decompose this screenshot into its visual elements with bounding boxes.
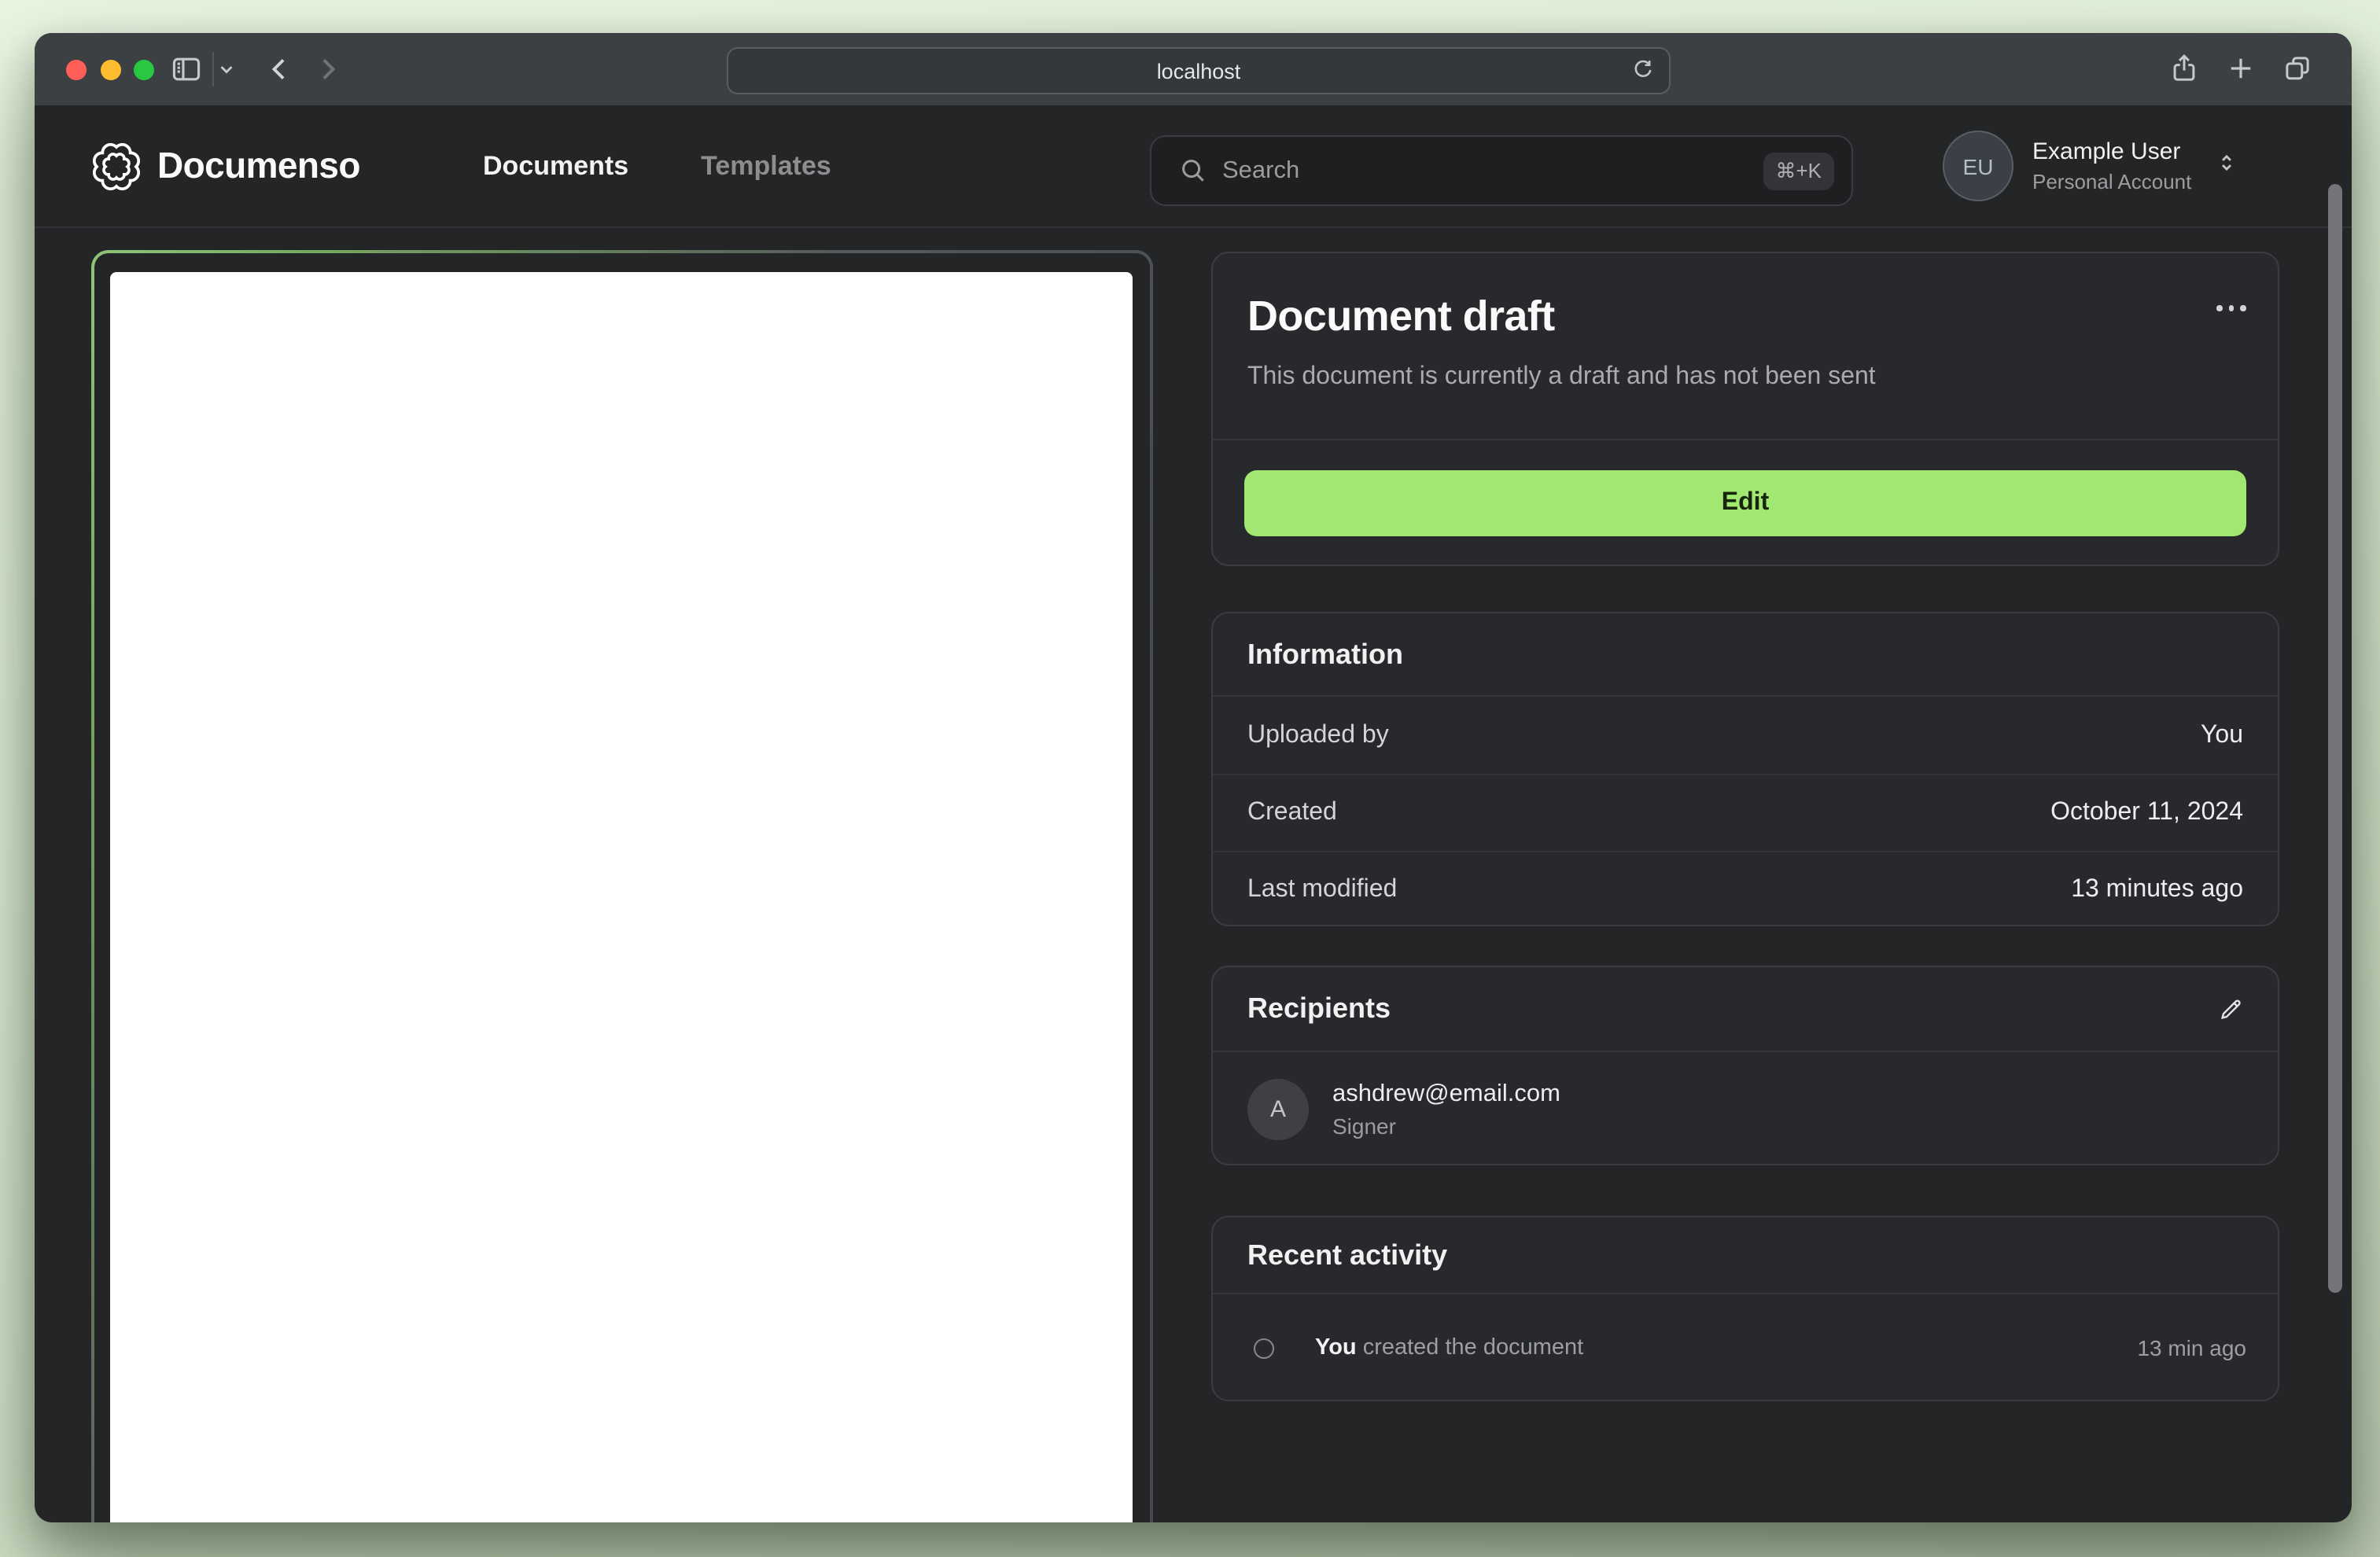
document-preview-frame [91, 250, 1153, 1522]
scrollbar-thumb[interactable] [2328, 184, 2342, 1293]
browser-toolbar: localhost [35, 33, 2352, 107]
sidebar-toggle-icon[interactable] [168, 52, 204, 86]
app-header: Documenso Documents Templates Search ⌘+K… [35, 105, 2352, 228]
avatar: EU [1943, 131, 2013, 201]
activity-card-header: Recent activity [1213, 1217, 2278, 1294]
info-value: You [2201, 721, 2243, 748]
account-text: Example User Personal Account [2032, 138, 2191, 193]
recent-activity-card: Recent activity You created the document… [1211, 1216, 2279, 1401]
chevrons-up-down-icon [2213, 149, 2240, 183]
information-card-title: Information [1247, 638, 1403, 669]
account-name: Example User [2032, 138, 2181, 165]
activity-status-icon [1254, 1338, 1274, 1358]
activity-actor: You [1315, 1335, 1357, 1360]
account-type: Personal Account [2032, 170, 2192, 193]
activity-timestamp: 13 min ago [2137, 1335, 2246, 1360]
recipient-role: Signer [1332, 1113, 1396, 1139]
recipients-card-header: Recipients [1213, 967, 2278, 1052]
info-label: Uploaded by [1247, 721, 1389, 748]
activity-text: You created the document [1315, 1335, 2137, 1360]
tab-overview-icon[interactable] [2281, 50, 2314, 86]
nav-item-documents[interactable]: Documents [483, 150, 628, 182]
list-item: You created the document 13 min ago [1213, 1294, 2278, 1401]
forward-button[interactable] [311, 52, 343, 86]
desktop: localhost Documenso Documents Templates … [0, 0, 2380, 1557]
recipients-card-title: Recipients [1247, 992, 1391, 1024]
search-shortcut-badge: ⌘+K [1763, 152, 1834, 190]
edit-recipients-icon[interactable] [2213, 991, 2249, 1027]
info-label: Last modified [1247, 876, 1398, 903]
info-value: 13 minutes ago [2071, 876, 2243, 903]
document-page[interactable] [110, 272, 1133, 1522]
activity-card-title: Recent activity [1247, 1239, 1448, 1270]
draft-card-subtitle: This document is currently a draft and h… [1247, 363, 1876, 390]
search-input[interactable]: Search ⌘+K [1150, 135, 1853, 206]
brand[interactable]: Documenso [93, 105, 360, 226]
brand-name: Documenso [157, 145, 360, 186]
share-icon[interactable] [2168, 50, 2201, 86]
documenso-logo-icon [93, 142, 140, 190]
account-menu[interactable]: EU Example User Personal Account [1943, 105, 2240, 226]
reload-icon[interactable] [1630, 57, 1656, 91]
zoom-window-button[interactable] [134, 59, 154, 79]
info-label: Created [1247, 799, 1337, 826]
list-item: A ashdrew@email.com Signer [1213, 1052, 2278, 1165]
address-bar[interactable]: localhost [727, 47, 1671, 94]
draft-card-header: Document draft This document is currentl… [1213, 253, 2278, 392]
search-icon [1178, 156, 1208, 186]
table-row: Last modified 13 minutes ago [1213, 851, 2278, 928]
back-button[interactable] [264, 52, 296, 86]
toolbar-divider [212, 52, 214, 86]
table-row: Uploaded by You [1213, 697, 2278, 774]
draft-card-title: Document draft [1247, 293, 1555, 340]
chevron-down-icon[interactable] [216, 58, 238, 80]
edit-button[interactable]: Edit [1244, 469, 2246, 536]
activity-action: created the document [1362, 1335, 1584, 1360]
search-placeholder: Search [1222, 156, 1300, 183]
recipient-text: ashdrew@email.com Signer [1332, 1080, 1560, 1139]
more-options-button[interactable] [2210, 299, 2253, 317]
browser-window: localhost Documenso Documents Templates … [35, 33, 2352, 1522]
recipients-card: Recipients A ashdrew@email.com Signer [1211, 966, 2279, 1165]
close-window-button[interactable] [66, 59, 87, 79]
information-card-header: Information [1213, 613, 2278, 697]
main-nav: Documents Templates [483, 105, 831, 226]
url-text: localhost [1156, 59, 1241, 83]
minimize-window-button[interactable] [100, 59, 120, 79]
nav-item-templates[interactable]: Templates [701, 150, 831, 182]
document-draft-card: Document draft This document is currentl… [1211, 252, 2279, 566]
recipient-avatar: A [1247, 1078, 1309, 1139]
draft-card-footer: Edit [1213, 439, 2278, 565]
table-row: Created October 11, 2024 [1213, 774, 2278, 851]
recipient-email: ashdrew@email.com [1332, 1080, 1560, 1108]
info-value: October 11, 2024 [2050, 799, 2243, 826]
information-card: Information Uploaded by You Created Octo… [1211, 612, 2279, 926]
new-tab-icon[interactable] [2224, 50, 2257, 86]
